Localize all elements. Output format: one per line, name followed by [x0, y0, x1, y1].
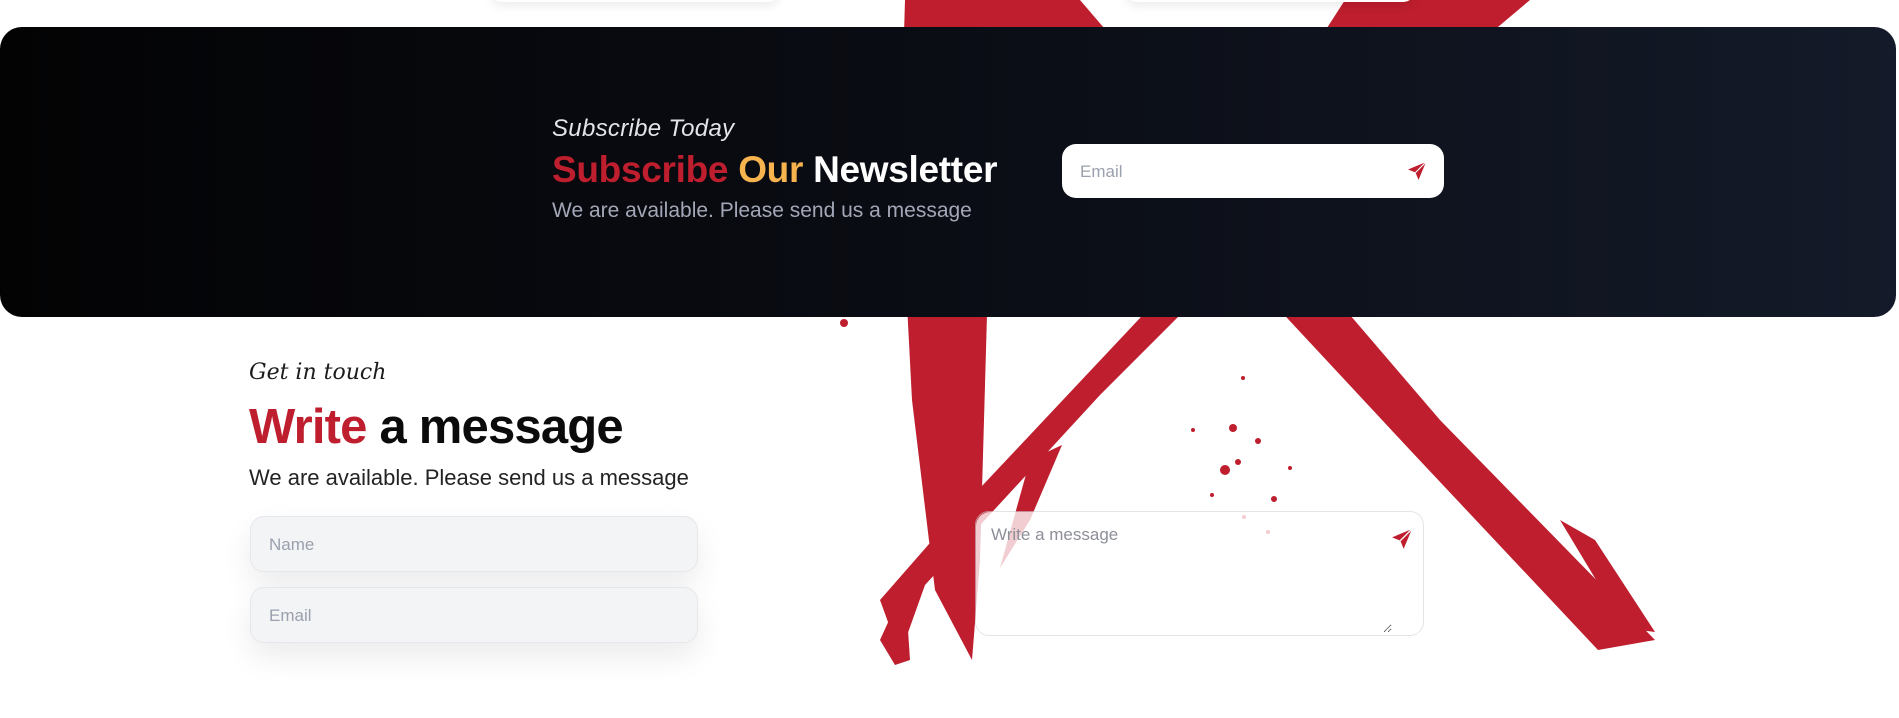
- card-edge-left: [490, 0, 780, 2]
- paper-plane-icon[interactable]: [1389, 526, 1415, 552]
- paper-plane-icon[interactable]: [1404, 158, 1430, 184]
- name-field: [250, 516, 698, 573]
- contact-email-input[interactable]: [267, 588, 681, 644]
- newsletter-kicker: Subscribe Today: [552, 115, 735, 142]
- newsletter-heading: Subscribe Our Newsletter: [552, 149, 998, 191]
- card-edge-right: [1125, 0, 1415, 2]
- contact-text-block: Get in touch Write a message We are avai…: [249, 360, 689, 491]
- newsletter-text-block: Subscribe Today Subscribe Our Newsletter…: [552, 115, 998, 223]
- contact-heading: Write a message: [249, 399, 689, 455]
- message-box: [975, 511, 1424, 636]
- newsletter-heading-word1: Subscribe: [552, 149, 729, 190]
- newsletter-banner: Subscribe Today Subscribe Our Newsletter…: [0, 27, 1896, 317]
- contact-heading-word1: Write: [249, 400, 367, 454]
- newsletter-heading-word2: Our: [738, 149, 804, 190]
- name-input[interactable]: [267, 517, 681, 573]
- newsletter-subtext: We are available. Please send us a messa…: [552, 199, 972, 222]
- contact-kicker: Get in touch: [249, 360, 387, 385]
- email-field: [250, 587, 698, 644]
- contact-heading-word2: a message: [379, 400, 623, 454]
- message-textarea[interactable]: [976, 512, 1392, 633]
- contact-subtext: We are available. Please send us a messa…: [249, 465, 689, 490]
- newsletter-heading-word3: Newsletter: [813, 149, 998, 190]
- newsletter-form: [1062, 144, 1444, 200]
- newsletter-email-input[interactable]: [1078, 144, 1382, 200]
